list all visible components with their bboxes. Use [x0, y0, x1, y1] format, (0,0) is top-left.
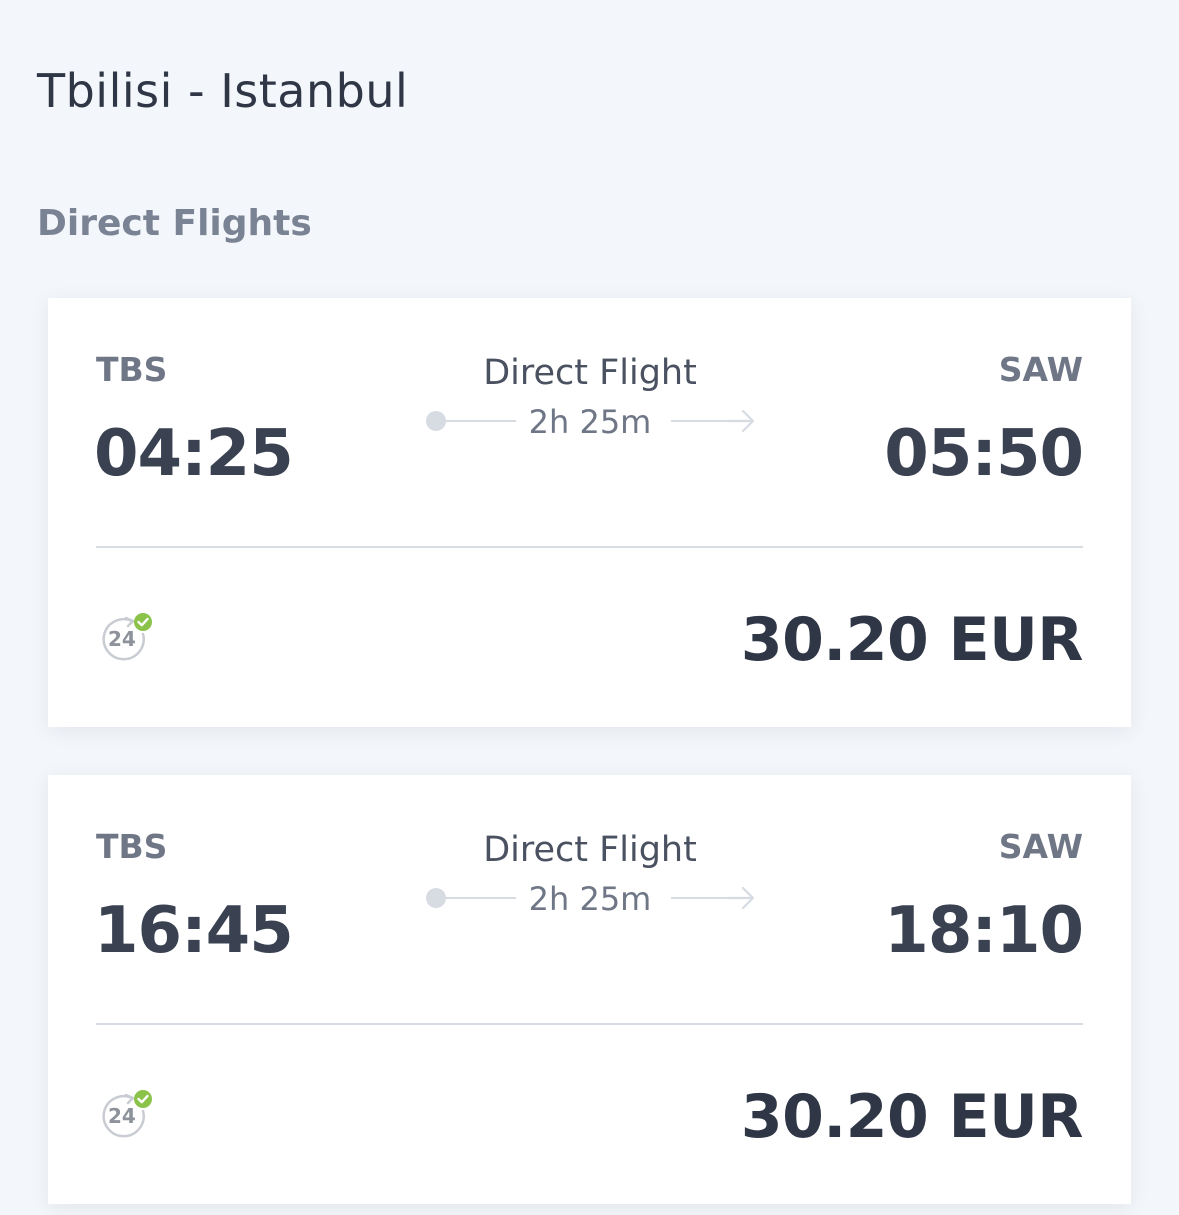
24h-free-cancellation-icon: 24: [102, 1090, 152, 1138]
section-title: Direct Flights: [37, 203, 312, 244]
flight-type-label: Direct Flight: [483, 830, 697, 870]
check-badge-icon: [134, 613, 152, 631]
arrival-time: 05:50: [884, 417, 1084, 491]
flight-price: 30.20 EUR: [740, 1082, 1084, 1152]
check-badge-icon: [134, 1090, 152, 1108]
card-divider: [96, 546, 1083, 548]
flight-duration: 2h 25m: [528, 403, 652, 441]
arrival-time: 18:10: [884, 894, 1084, 968]
departure-time: 04:25: [94, 417, 294, 491]
arrival-airport-code: SAW: [998, 350, 1083, 389]
24h-free-cancellation-icon: 24: [102, 613, 152, 661]
flight-type-label: Direct Flight: [483, 353, 697, 393]
departure-airport-code: TBS: [96, 827, 168, 866]
departure-airport-code: TBS: [96, 350, 168, 389]
flight-price: 30.20 EUR: [740, 605, 1084, 675]
badge-24-text: 24: [108, 627, 136, 651]
card-divider: [96, 1023, 1083, 1025]
flight-route-info: Direct Flight 2h 25m: [420, 825, 760, 935]
route-title: Tbilisi - Istanbul: [37, 64, 409, 118]
flight-card[interactable]: TBS SAW 04:25 05:50 Direct Flight 2h 25m…: [48, 298, 1131, 727]
flight-route-info: Direct Flight 2h 25m: [420, 348, 760, 458]
flight-duration: 2h 25m: [528, 880, 652, 918]
departure-time: 16:45: [94, 894, 294, 968]
badge-24-text: 24: [108, 1104, 136, 1128]
arrival-airport-code: SAW: [998, 827, 1083, 866]
flight-card[interactable]: TBS SAW 16:45 18:10 Direct Flight 2h 25m…: [48, 775, 1131, 1204]
